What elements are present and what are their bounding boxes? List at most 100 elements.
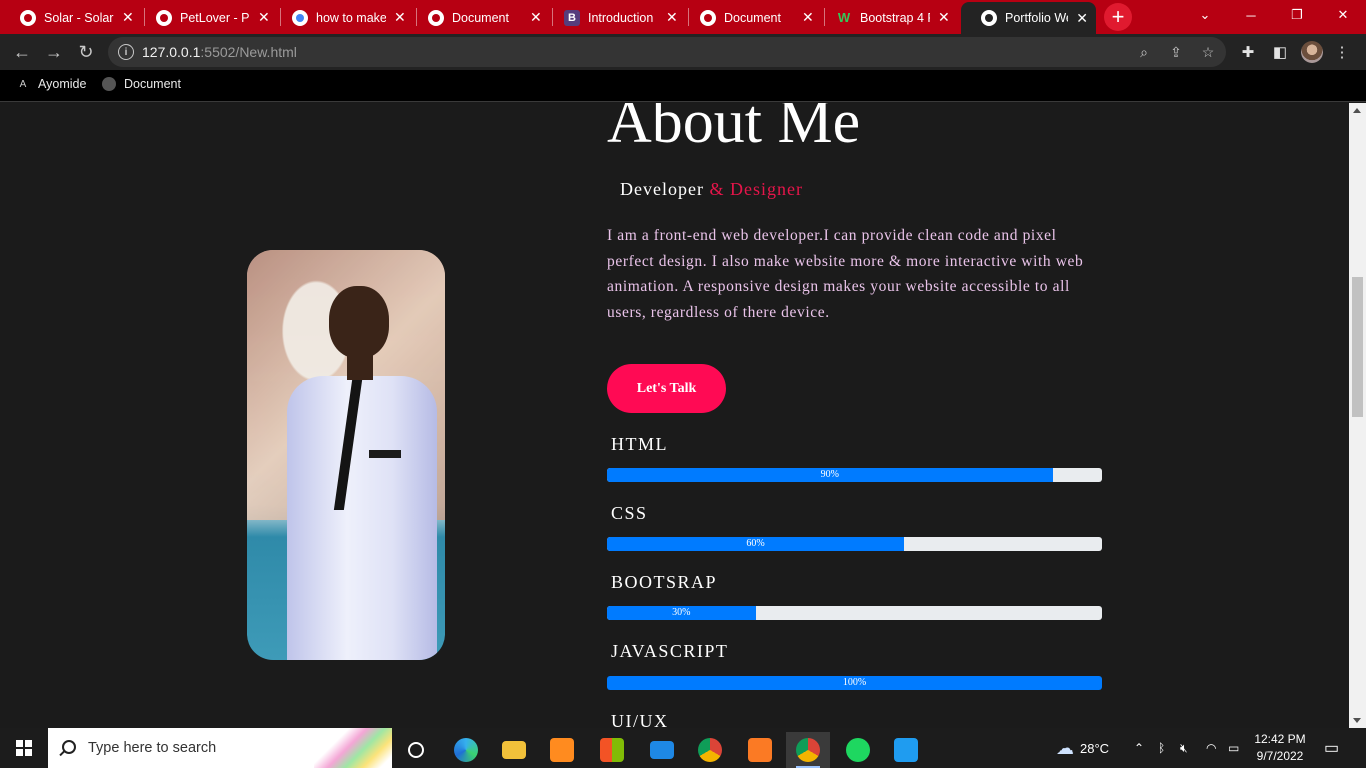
- close-icon[interactable]: ✕: [1076, 10, 1088, 27]
- extensions-icon[interactable]: ✚: [1238, 42, 1258, 62]
- close-icon[interactable]: ✕: [122, 9, 134, 26]
- browser-tab-active[interactable]: Portfolio Web ✕: [961, 2, 1096, 34]
- share-icon[interactable]: ⇪: [1166, 42, 1186, 62]
- w3schools-icon: W: [837, 10, 851, 25]
- info-icon[interactable]: i: [118, 44, 134, 60]
- clock-time: 12:42 PM: [1254, 732, 1306, 746]
- search-placeholder: Type here to search: [88, 740, 217, 756]
- bookmark-icon: A: [19, 78, 27, 90]
- chrome-active-icon[interactable]: [786, 732, 830, 768]
- browser-tab[interactable]: PetLover - Pet ✕: [136, 2, 279, 33]
- taskbar-search[interactable]: Type here to search: [48, 728, 392, 768]
- address-bar[interactable]: i 127.0.0.1:5502/New.html ⌕ ⇪ ☆: [108, 37, 1226, 67]
- avatar[interactable]: [1301, 41, 1323, 63]
- browser-tab[interactable]: B Introduction ✕: [544, 2, 687, 33]
- xampp-icon[interactable]: [738, 732, 782, 768]
- progress-fill: 100%: [607, 676, 1102, 690]
- bookmark-ayomide[interactable]: A Ayomide: [16, 77, 87, 91]
- progress-fill: 60%: [607, 537, 904, 551]
- new-tab-button[interactable]: +: [1104, 3, 1132, 31]
- tab-title: Portfolio Web: [1005, 11, 1068, 25]
- url-path: :5502/New.html: [200, 44, 297, 60]
- cloud-icon: ☁: [1056, 737, 1074, 758]
- browser-tab[interactable]: how to make ✕: [272, 2, 415, 33]
- menu-icon[interactable]: ⋮: [1332, 42, 1352, 62]
- star-icon[interactable]: ☆: [1198, 42, 1218, 62]
- url-text[interactable]: 127.0.0.1:5502/New.html: [142, 44, 297, 60]
- tab-title: PetLover - Pet: [180, 10, 250, 25]
- globe-icon: [700, 9, 716, 26]
- scroll-down-icon[interactable]: [1353, 718, 1361, 723]
- tray-chevron-icon[interactable]: ⌃: [1134, 728, 1144, 768]
- task-view-icon[interactable]: [394, 732, 438, 768]
- close-icon[interactable]: ✕: [258, 9, 270, 26]
- browser-tab[interactable]: Solar - Solar E ✕: [0, 2, 143, 33]
- back-icon[interactable]: ←: [8, 38, 36, 66]
- page-scrollbar[interactable]: [1349, 103, 1366, 728]
- taskbar: Type here to search ☁ 28°C ⌃ ᛒ 🔇︎ ◠ ▭ 12…: [0, 728, 1366, 768]
- close-icon[interactable]: ✕: [666, 9, 678, 26]
- bookmark-document[interactable]: Document: [102, 77, 181, 91]
- minimize-icon[interactable]: ─: [1228, 0, 1274, 30]
- tab-strip: Solar - Solar E ✕ PetLover - Pet ✕ how t…: [0, 0, 1366, 34]
- scrollbar-thumb[interactable]: [1352, 277, 1363, 417]
- forward-icon[interactable]: →: [40, 38, 68, 66]
- start-button[interactable]: [0, 728, 48, 768]
- close-icon[interactable]: ✕: [394, 9, 406, 26]
- browser-toolbar: ← → ↻ i 127.0.0.1:5502/New.html ⌕ ⇪ ☆ ✚ …: [0, 34, 1366, 70]
- taskbar-clock[interactable]: 12:42 PM 9/7/2022: [1248, 731, 1312, 765]
- tab-title: Document: [452, 10, 509, 25]
- skill-label-javascript: JAVASCRIPT: [611, 641, 729, 661]
- bluetooth-icon[interactable]: ᛒ: [1158, 728, 1165, 768]
- bookmark-label: Document: [124, 77, 181, 91]
- sublime-text-icon[interactable]: [540, 732, 584, 768]
- zoom-icon[interactable]: ⌕: [1134, 42, 1154, 62]
- skill-progress-html: 90%: [607, 468, 1102, 482]
- globe-icon: [428, 9, 444, 26]
- restore-icon[interactable]: ❐: [1274, 0, 1320, 30]
- weather-widget[interactable]: ☁ 28°C: [1056, 728, 1109, 768]
- close-icon[interactable]: ✕: [938, 9, 950, 26]
- microsoft-store-icon[interactable]: [590, 732, 634, 768]
- vscode-icon[interactable]: [884, 732, 928, 768]
- browser-tab[interactable]: W Bootstrap 4 P ✕: [816, 2, 959, 33]
- about-description: I am a front-end web developer.I can pro…: [607, 227, 1084, 321]
- skill-progress-css: 60%: [607, 537, 1102, 551]
- skill-label-html: HTML: [611, 434, 668, 454]
- progress-fill: 90%: [607, 468, 1053, 482]
- edge-icon[interactable]: [444, 732, 488, 768]
- scroll-up-icon[interactable]: [1353, 108, 1361, 113]
- chevron-down-icon[interactable]: ⌄: [1182, 0, 1228, 30]
- windows-icon: [16, 740, 32, 756]
- clock-date: 9/7/2022: [1256, 749, 1304, 763]
- side-panel-icon[interactable]: ◧: [1270, 42, 1290, 62]
- subtitle-designer: & Designer: [709, 179, 803, 199]
- close-window-icon[interactable]: ✕: [1320, 0, 1366, 30]
- globe-icon: [102, 77, 116, 91]
- lets-talk-button[interactable]: Let's Talk: [607, 364, 726, 413]
- file-explorer-icon[interactable]: [492, 732, 536, 768]
- wifi-icon[interactable]: ◠: [1206, 728, 1216, 768]
- battery-icon[interactable]: ▭: [1228, 728, 1239, 768]
- skill-label-css: CSS: [611, 503, 648, 523]
- skill-label-bootstrap: BOOTSRAP: [611, 572, 718, 592]
- skill-progress-bootstrap: 30%: [607, 606, 1102, 620]
- mail-icon[interactable]: [640, 732, 684, 768]
- reload-icon[interactable]: ↻: [72, 38, 100, 66]
- tab-title: Document: [724, 10, 781, 25]
- close-icon[interactable]: ✕: [802, 9, 814, 26]
- chrome-icon[interactable]: [688, 732, 732, 768]
- notifications-icon[interactable]: ▭: [1324, 728, 1339, 768]
- close-icon[interactable]: ✕: [530, 9, 542, 26]
- browser-tab[interactable]: Document ✕: [680, 2, 823, 33]
- volume-muted-icon[interactable]: 🔇︎: [1180, 728, 1188, 768]
- google-icon: [292, 9, 308, 26]
- spotify-icon[interactable]: [836, 732, 880, 768]
- page-title: About Me: [607, 103, 861, 156]
- skill-label-uiux: UI/UX: [611, 711, 669, 728]
- progress-fill: 30%: [607, 606, 756, 620]
- browser-tab[interactable]: Document ✕: [408, 2, 551, 33]
- subtitle-developer: Developer: [620, 179, 710, 199]
- bootstrap-icon: B: [564, 9, 580, 26]
- page-viewport: About Me Developer & Designer I am a fro…: [0, 103, 1349, 728]
